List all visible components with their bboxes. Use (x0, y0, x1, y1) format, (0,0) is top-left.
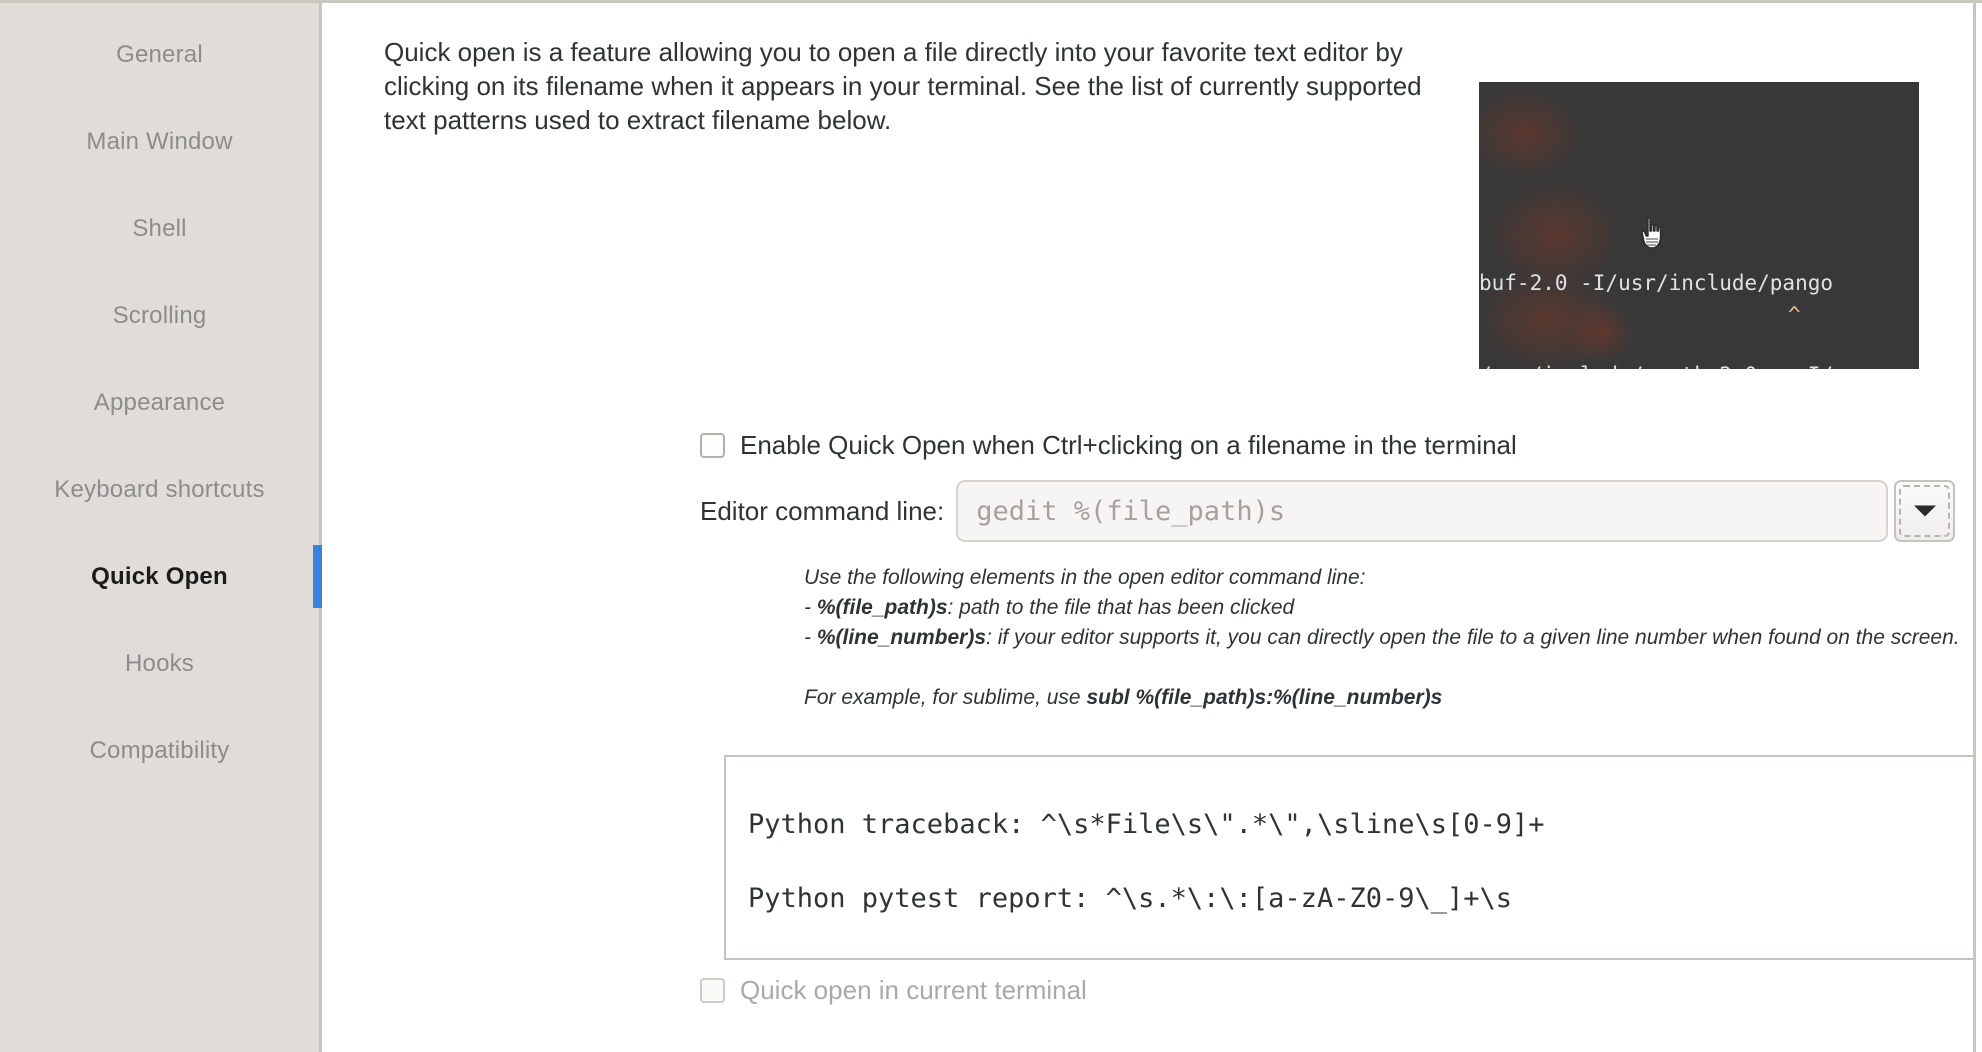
editor-command-line-placeholder: gedit %(file_path)s (976, 495, 1286, 527)
editor-command-line-label: Editor command line: (700, 495, 945, 526)
preferences-window: General Main Window Shell Scrolling Appe… (0, 0, 1982, 1052)
sidebar-item-general[interactable]: General (0, 11, 319, 98)
supported-patterns-textarea[interactable]: Python traceback: ^\s*File\s\".*\",\slin… (724, 755, 1982, 960)
sidebar-item-shell[interactable]: Shell (0, 185, 319, 272)
help-code-line-number: %(line_number)s (816, 626, 987, 649)
settings-sidebar: General Main Window Shell Scrolling Appe… (0, 0, 322, 1052)
pattern-line: line starts by 'Filename:line' pattern (… (748, 957, 1982, 958)
help-example-prefix: For example, for sublime, use (804, 686, 1087, 709)
pointing-hand-cursor-icon (1641, 217, 1662, 249)
help-example-line: For example, for sublime, use subl %(fil… (804, 683, 1960, 713)
editor-command-help-text: Use the following elements in the open e… (804, 563, 1960, 713)
sidebar-item-scrolling[interactable]: Scrolling (0, 272, 319, 359)
sidebar-item-main-window[interactable]: Main Window (0, 98, 319, 185)
sidebar-item-label: Compatibility (89, 736, 230, 764)
quick-open-description: Quick open is a feature allowing you to … (384, 37, 1422, 135)
sidebar-item-label: General (116, 40, 203, 68)
sidebar-item-hooks[interactable]: Hooks (0, 620, 319, 707)
quick-open-current-terminal-row[interactable]: Quick open in current terminal (700, 975, 1087, 1006)
pattern-line: Python traceback: ^\s*File\s\".*\",\slin… (748, 809, 1545, 840)
help-example-code: subl %(file_path)s:%(line_number)s (1086, 686, 1443, 709)
sidebar-item-appearance[interactable]: Appearance (0, 359, 319, 446)
sidebar-item-label: Shell (132, 214, 187, 242)
help-text-file-path: : path to the file that has been clicked (947, 596, 1295, 619)
quick-open-settings-panel: Quick open is a feature allowing you to … (322, 0, 1982, 1052)
terminal-line: /usr/include/pygtk-2.0 -I/ (1479, 360, 1919, 370)
selection-indicator (313, 545, 322, 608)
help-intro: Use the following elements in the open e… (804, 566, 1366, 589)
enable-quick-open-checkbox-row[interactable]: Enable Quick Open when Ctrl+clicking on … (700, 430, 1517, 461)
sidebar-item-label: Quick Open (91, 562, 228, 590)
editor-command-line-row: Editor command line: gedit %(file_path)s (700, 480, 1955, 542)
sidebar-item-quick-open[interactable]: Quick Open (0, 533, 322, 620)
pattern-line: Python pytest report: ^\s.*\:\:[a-zA-Z0-… (748, 883, 1513, 914)
chevron-down-icon (1913, 505, 1936, 517)
sidebar-item-label: Appearance (93, 388, 226, 416)
help-bullet-file-path: - %(file_path)s: path to the file that h… (804, 596, 1295, 619)
quick-open-current-terminal-checkbox[interactable] (700, 978, 725, 1003)
enable-quick-open-checkbox[interactable] (700, 433, 725, 458)
terminal-line: buf-2.0 -I/usr/include/pango (1479, 271, 1834, 295)
quick-open-current-terminal-label: Quick open in current terminal (740, 975, 1087, 1005)
sidebar-item-label: Scrolling (112, 301, 207, 329)
editor-command-line-input[interactable]: gedit %(file_path)s (956, 480, 1888, 542)
enable-quick-open-label: Enable Quick Open when Ctrl+clicking on … (740, 430, 1517, 460)
sidebar-item-label: Hooks (124, 649, 195, 677)
help-text-line-number: : if your editor supports it, you can di… (986, 626, 1960, 649)
sidebar-item-label: Keyboard shortcuts (54, 475, 265, 503)
terminal-preview-image: buf-2.0 -I/usr/include/pango /usr/includ… (1479, 82, 1919, 369)
editor-command-line-dropdown-button[interactable] (1894, 480, 1955, 542)
sidebar-item-label: Main Window (86, 127, 233, 155)
sidebar-item-keyboard-shortcuts[interactable]: Keyboard shortcuts (0, 446, 319, 533)
help-code-file-path: %(file_path)s (816, 596, 948, 619)
help-bullet-line-number: - %(line_number)s: if your editor suppor… (804, 626, 1960, 649)
sidebar-item-compatibility[interactable]: Compatibility (0, 707, 319, 794)
terminal-caret-marker: ^ (1788, 303, 1801, 327)
